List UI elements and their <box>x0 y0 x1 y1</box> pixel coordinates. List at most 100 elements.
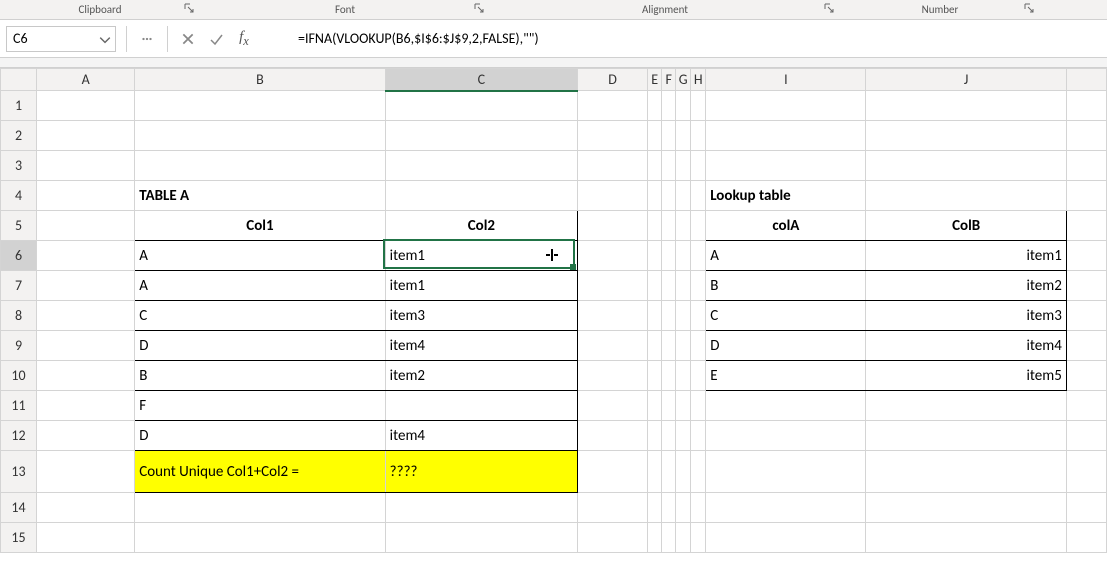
enter-icon[interactable] <box>202 26 230 52</box>
cell-I3[interactable] <box>706 151 866 181</box>
cell-G7[interactable] <box>676 271 691 301</box>
cell-F15[interactable] <box>662 523 676 553</box>
row-header-7[interactable]: 7 <box>1 271 37 301</box>
cell-I1[interactable] <box>706 91 866 121</box>
cell-G2[interactable] <box>676 121 691 151</box>
cell-J6[interactable]: item1 <box>866 241 1066 271</box>
cell-H14[interactable] <box>691 493 706 523</box>
cell-G11[interactable] <box>676 391 691 421</box>
cell-C1[interactable] <box>385 91 577 121</box>
formula-input[interactable] <box>258 26 1107 52</box>
cell-B6[interactable]: A <box>135 241 385 271</box>
cell-H12[interactable] <box>691 421 706 451</box>
cell-E13[interactable] <box>648 451 662 493</box>
cell-G13[interactable] <box>676 451 691 493</box>
cell-B2[interactable] <box>135 121 385 151</box>
cell-B3[interactable] <box>135 151 385 181</box>
fx-icon[interactable]: fx <box>230 29 258 49</box>
cell-G10[interactable] <box>676 361 691 391</box>
cell-F1[interactable] <box>662 91 676 121</box>
cell-H9[interactable] <box>691 331 706 361</box>
cell-A9[interactable] <box>37 331 135 361</box>
cell-K9[interactable] <box>1066 331 1106 361</box>
col-header-D[interactable]: D <box>578 69 648 91</box>
cell-A6[interactable] <box>37 241 135 271</box>
cell-E5[interactable] <box>648 211 662 241</box>
cell-H8[interactable] <box>691 301 706 331</box>
cell-A5[interactable] <box>37 211 135 241</box>
cell-F10[interactable] <box>662 361 676 391</box>
cell-A10[interactable] <box>37 361 135 391</box>
cell-I13[interactable] <box>706 451 866 493</box>
cell-E14[interactable] <box>648 493 662 523</box>
cell-J9[interactable]: item4 <box>866 331 1066 361</box>
cell-C8[interactable]: item3 <box>385 301 577 331</box>
row-header-9[interactable]: 9 <box>1 331 37 361</box>
row-header-3[interactable]: 3 <box>1 151 37 181</box>
cell-C14[interactable] <box>385 493 577 523</box>
cell-K2[interactable] <box>1066 121 1106 151</box>
cell-J10[interactable]: item5 <box>866 361 1066 391</box>
cell-H2[interactable] <box>691 121 706 151</box>
cell-H15[interactable] <box>691 523 706 553</box>
cell-K6[interactable] <box>1066 241 1106 271</box>
cell-K4[interactable] <box>1066 181 1106 211</box>
col-header-F[interactable]: F <box>662 69 676 91</box>
cell-D8[interactable] <box>578 301 648 331</box>
cell-E11[interactable] <box>648 391 662 421</box>
worksheet[interactable]: ABCDEFGHIJ 1234TABLE ALookup table5Col1C… <box>0 68 1107 553</box>
cell-F2[interactable] <box>662 121 676 151</box>
dialog-launcher-icon[interactable] <box>184 3 196 15</box>
cell-E3[interactable] <box>648 151 662 181</box>
cell-H5[interactable] <box>691 211 706 241</box>
cell-D1[interactable] <box>578 91 648 121</box>
cell-H1[interactable] <box>691 91 706 121</box>
cell-F9[interactable] <box>662 331 676 361</box>
cell-H11[interactable] <box>691 391 706 421</box>
row-header-4[interactable]: 4 <box>1 181 37 211</box>
cell-G9[interactable] <box>676 331 691 361</box>
cell-A7[interactable] <box>37 271 135 301</box>
name-box[interactable]: C6 <box>6 26 116 52</box>
cell-G12[interactable] <box>676 421 691 451</box>
cell-B13[interactable]: Count Unique Col1+Col2 = <box>135 451 385 493</box>
cell-K1[interactable] <box>1066 91 1106 121</box>
cell-F5[interactable] <box>662 211 676 241</box>
dialog-launcher-icon[interactable] <box>824 3 836 15</box>
cell-K13[interactable] <box>1066 451 1106 493</box>
cell-G15[interactable] <box>676 523 691 553</box>
cell-I7[interactable]: B <box>706 271 866 301</box>
cell-E8[interactable] <box>648 301 662 331</box>
cell-H3[interactable] <box>691 151 706 181</box>
cell-J3[interactable] <box>866 151 1066 181</box>
cell-B7[interactable]: A <box>135 271 385 301</box>
cell-J4[interactable] <box>866 181 1066 211</box>
cell-K3[interactable] <box>1066 151 1106 181</box>
cell-E6[interactable] <box>648 241 662 271</box>
cell-A3[interactable] <box>37 151 135 181</box>
cell-I10[interactable]: E <box>706 361 866 391</box>
cell-D14[interactable] <box>578 493 648 523</box>
cell-C5[interactable]: Col2 <box>385 211 577 241</box>
cell-E4[interactable] <box>648 181 662 211</box>
cell-G6[interactable] <box>676 241 691 271</box>
cell-C15[interactable] <box>385 523 577 553</box>
cell-A2[interactable] <box>37 121 135 151</box>
cell-G8[interactable] <box>676 301 691 331</box>
cell-D7[interactable] <box>578 271 648 301</box>
formula-dropdown-icon[interactable] <box>133 26 161 52</box>
row-header-13[interactable]: 13 <box>1 451 37 493</box>
row-header-15[interactable]: 15 <box>1 523 37 553</box>
cell-B12[interactable]: D <box>135 421 385 451</box>
row-header-2[interactable]: 2 <box>1 121 37 151</box>
col-header-K[interactable] <box>1066 69 1106 91</box>
cell-E7[interactable] <box>648 271 662 301</box>
cell-A8[interactable] <box>37 301 135 331</box>
cell-I2[interactable] <box>706 121 866 151</box>
cell-I9[interactable]: D <box>706 331 866 361</box>
cell-C9[interactable]: item4 <box>385 331 577 361</box>
cell-A14[interactable] <box>37 493 135 523</box>
cell-G4[interactable] <box>676 181 691 211</box>
col-header-C[interactable]: C <box>385 69 577 91</box>
cancel-icon[interactable] <box>174 26 202 52</box>
